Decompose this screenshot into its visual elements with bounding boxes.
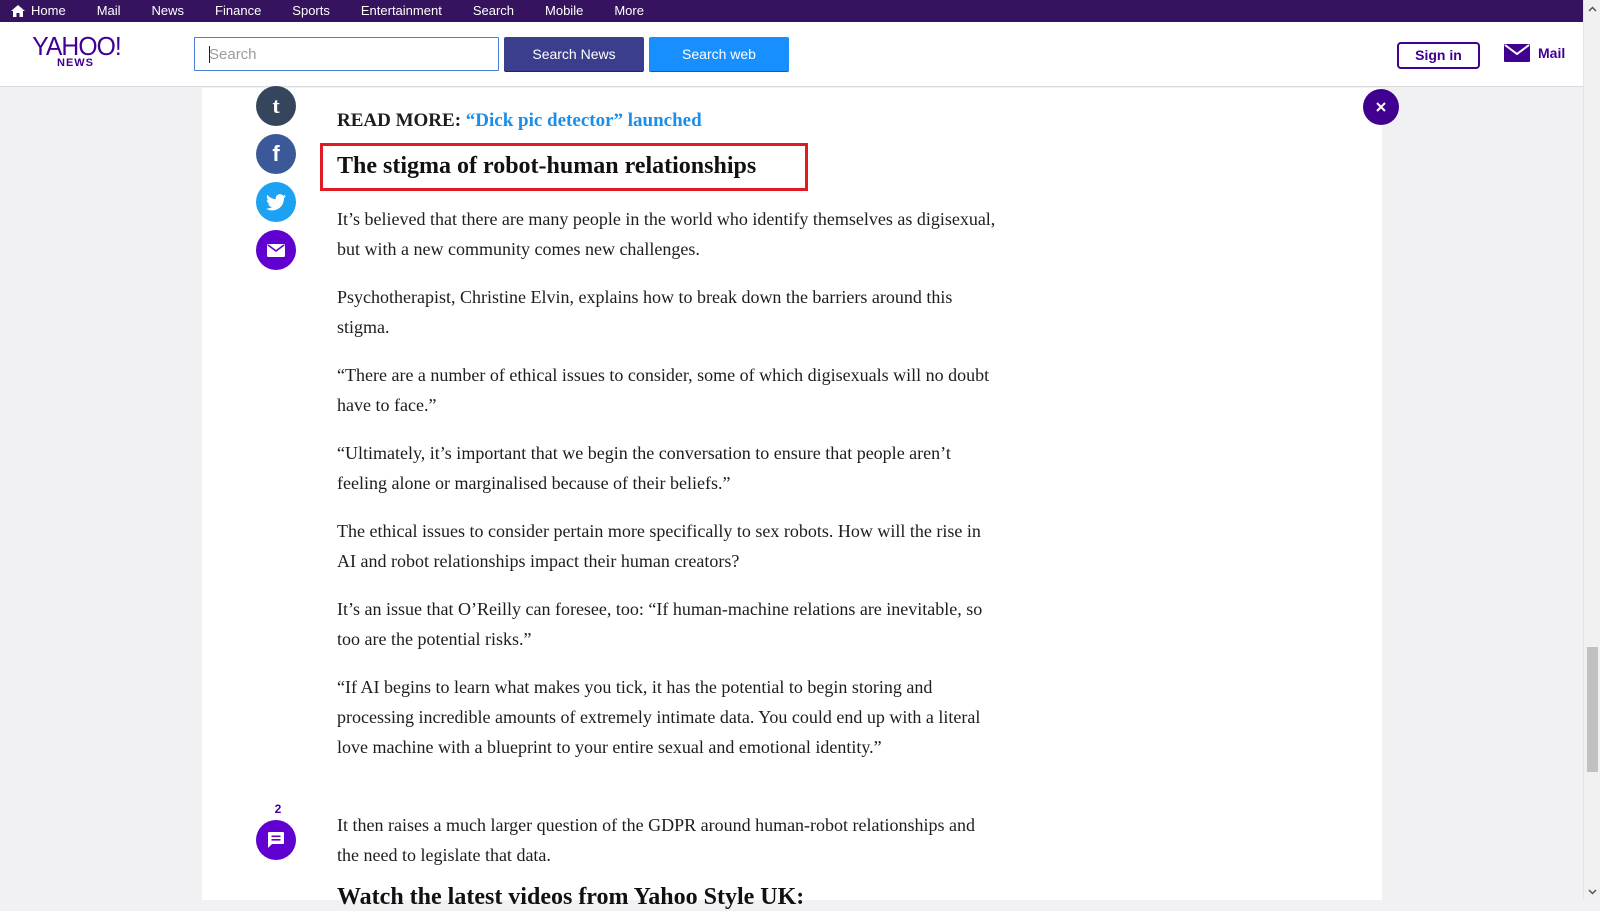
nav-sports[interactable]: Sports xyxy=(292,0,330,22)
nav-home-label: Home xyxy=(31,3,66,18)
article-paragraph: It’s an issue that O’Reilly can foresee,… xyxy=(337,599,983,649)
nav-home[interactable]: Home xyxy=(11,0,66,22)
search-input[interactable] xyxy=(194,37,499,71)
text-caret xyxy=(209,46,210,63)
chevron-up-icon xyxy=(1588,5,1597,12)
nav-news[interactable]: News xyxy=(152,0,185,22)
email-share-button[interactable] xyxy=(256,230,296,270)
article-paragraph: “Ultimately, it’s important that we begi… xyxy=(337,443,951,493)
mail-label: Mail xyxy=(1538,45,1566,61)
video-section-heading: Watch the latest videos from Yahoo Style… xyxy=(337,884,805,910)
close-icon xyxy=(1376,102,1386,112)
twitter-icon xyxy=(266,193,286,210)
nav-entertainment[interactable]: Entertainment xyxy=(361,0,442,22)
twitter-share-button[interactable] xyxy=(256,182,296,222)
yahoo-news-logo[interactable]: YAHOO! NEWS xyxy=(29,31,124,69)
logo-main-text: YAHOO! xyxy=(32,31,121,61)
article-paragraph: “If AI begins to learn what makes you ti… xyxy=(337,677,981,757)
scroll-thumb[interactable] xyxy=(1587,647,1598,772)
article-paragraph: It then raises a much larger question of… xyxy=(337,815,976,865)
chevron-down-icon xyxy=(1588,888,1597,895)
tumblr-icon: t xyxy=(272,93,280,118)
sign-in-button[interactable]: Sign in xyxy=(1397,42,1480,69)
article-paragraph: “There are a number of ethical issues to… xyxy=(337,365,990,415)
facebook-share-button[interactable]: f xyxy=(256,134,296,174)
close-button[interactable] xyxy=(1363,89,1399,125)
envelope-icon xyxy=(267,243,285,257)
nav-search[interactable]: Search xyxy=(473,0,514,22)
section-subheading: The stigma of robot-human relationships xyxy=(337,153,757,179)
article-paragraph: It’s believed that there are many people… xyxy=(337,209,996,259)
nav-finance[interactable]: Finance xyxy=(215,0,261,22)
comments-button[interactable] xyxy=(256,820,296,860)
header: YAHOO! NEWS Search News Search web Sign … xyxy=(0,22,1583,87)
nav-mobile[interactable]: Mobile xyxy=(545,0,583,22)
tumblr-share-button[interactable]: t xyxy=(256,86,296,126)
home-icon xyxy=(11,5,25,17)
scroll-up-arrow[interactable] xyxy=(1584,0,1600,17)
search-news-button[interactable]: Search News xyxy=(504,37,644,71)
article-paragraph: The ethical issues to consider pertain m… xyxy=(337,521,981,571)
article-paragraph: Psychotherapist, Christine Elvin, explai… xyxy=(337,287,953,337)
read-more-line: READ MORE: “Dick pic detector” launched xyxy=(337,110,702,132)
scroll-down-arrow[interactable] xyxy=(1584,883,1600,900)
nav-more[interactable]: More xyxy=(614,0,644,22)
vertical-scrollbar[interactable] xyxy=(1583,0,1600,900)
read-more-link[interactable]: “Dick pic detector” launched xyxy=(466,110,702,131)
facebook-icon: f xyxy=(272,141,280,166)
comment-icon xyxy=(268,832,284,848)
mail-link[interactable]: Mail xyxy=(1504,44,1565,62)
top-nav: Home Mail News Finance Sports Entertainm… xyxy=(0,0,1583,22)
mail-icon xyxy=(1504,44,1530,62)
search-web-button[interactable]: Search web xyxy=(649,37,789,71)
comment-count: 2 xyxy=(274,802,282,816)
read-more-prefix: READ MORE: xyxy=(337,110,462,131)
nav-mail[interactable]: Mail xyxy=(97,0,121,22)
